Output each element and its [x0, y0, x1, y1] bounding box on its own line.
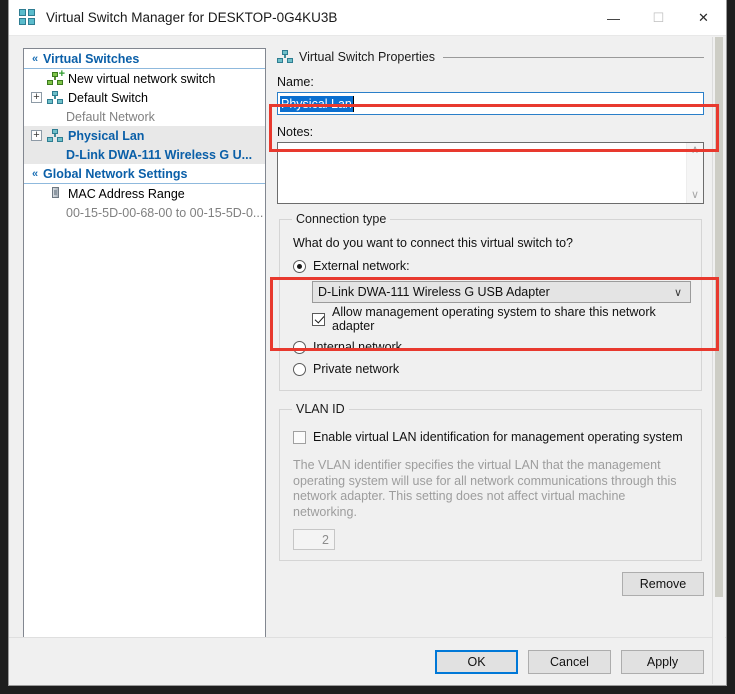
allow-management-label: Allow management operating system to sha…: [332, 305, 656, 333]
virtual-switch-manager-icon: [19, 8, 37, 27]
connection-type-legend: Connection type: [296, 212, 387, 226]
window-scrollbar[interactable]: [712, 37, 725, 684]
virtual-switch-properties-pane: Virtual Switch Properties Name: Physical…: [277, 48, 704, 637]
radio-indicator-icon[interactable]: [293, 259, 306, 273]
vlan-id-input[interactable]: 2: [293, 529, 335, 550]
tree-section-virtual-switches[interactable]: « Virtual Switches: [24, 49, 265, 69]
new-virtual-switch-icon: +: [47, 68, 65, 86]
maximize-button[interactable]: ☐: [636, 0, 681, 36]
radio-indicator-icon[interactable]: [293, 362, 306, 376]
radio-external-network[interactable]: External network:: [293, 255, 691, 277]
allow-management-checkbox-row[interactable]: Allow management operating system to sha…: [312, 305, 691, 333]
ok-button[interactable]: OK: [435, 649, 518, 674]
radio-label: External network:: [313, 259, 410, 273]
radio-private-network[interactable]: Private network: [293, 358, 691, 380]
radio-internal-network[interactable]: Internal network: [293, 336, 691, 358]
tree-section-global-network-settings[interactable]: « Global Network Settings: [24, 164, 265, 184]
text-caret: [353, 96, 354, 112]
remove-button[interactable]: Remove: [622, 572, 704, 596]
cancel-button[interactable]: Cancel: [528, 649, 611, 674]
expand-plus-icon[interactable]: [31, 92, 42, 103]
properties-section-title: Virtual Switch Properties: [299, 50, 435, 64]
virtual-switch-manager-window: Virtual Switch Manager for DESKTOP-0G4KU…: [8, 0, 727, 686]
enable-vlan-checkbox-row[interactable]: Enable virtual LAN identification for ma…: [293, 426, 691, 448]
dialog-footer: OK Cancel Apply: [9, 637, 726, 685]
close-button[interactable]: ✕: [681, 0, 726, 36]
vlan-id-group: VLAN ID Enable virtual LAN identificatio…: [279, 402, 702, 561]
mac-address-icon: [47, 186, 63, 201]
vlan-id-value: 2: [322, 532, 329, 547]
tree-item-sublabel-default-network: Default Network: [66, 109, 155, 124]
virtual-switch-icon: [47, 90, 63, 105]
apply-button[interactable]: Apply: [621, 649, 704, 674]
notes-scrollbar[interactable]: ∧ ∨: [686, 143, 703, 203]
scrollbar-thumb[interactable]: [715, 37, 723, 597]
external-adapter-dropdown[interactable]: D-Link DWA-111 Wireless G USB Adapter ∨: [312, 281, 691, 303]
tree-item-label: Physical Lan: [68, 128, 145, 143]
connection-type-group: Connection type What do you want to conn…: [279, 212, 702, 391]
radio-indicator-icon[interactable]: [293, 340, 306, 354]
collapse-chevron-icon[interactable]: «: [27, 168, 43, 180]
header-divider: [442, 56, 704, 58]
remove-button-row: Remove: [277, 572, 704, 596]
scroll-up-icon[interactable]: ∧: [691, 145, 699, 156]
tree-section-label: Virtual Switches: [43, 51, 140, 66]
virtual-switch-icon: [47, 128, 63, 143]
minimize-button[interactable]: —: [591, 0, 636, 36]
tree-item-label: MAC Address Range: [68, 186, 185, 201]
tree-item-label: Default Switch: [68, 90, 148, 105]
checkbox-indicator-icon[interactable]: [312, 312, 325, 326]
enable-vlan-label: Enable virtual LAN identification for ma…: [313, 430, 683, 444]
switch-name-value: Physical Lan: [280, 96, 353, 112]
notes-textarea[interactable]: ∧ ∨: [277, 142, 704, 204]
tree-item-default-switch[interactable]: Default Switch: [24, 88, 265, 107]
collapse-chevron-icon[interactable]: «: [27, 53, 43, 65]
title-bar: Virtual Switch Manager for DESKTOP-0G4KU…: [9, 0, 726, 36]
external-adapter-value: D-Link DWA-111 Wireless G USB Adapter: [318, 285, 550, 299]
tree-section-label: Global Network Settings: [43, 166, 188, 181]
tree-item-sublabel-adapter: D-Link DWA-111 Wireless G U...: [24, 145, 265, 164]
tree-item-sublabel-mac-range: 00-15-5D-00-68-00 to 00-15-5D-0...: [66, 205, 264, 220]
scroll-down-icon[interactable]: ∨: [691, 190, 699, 201]
virtual-switch-icon: [277, 50, 293, 64]
virtual-switch-tree[interactable]: « Virtual Switches + New virtual network…: [23, 48, 266, 637]
switch-name-input[interactable]: Physical Lan: [277, 92, 704, 115]
tree-item-mac-address-range[interactable]: MAC Address Range: [24, 184, 265, 203]
vlan-id-legend: VLAN ID: [296, 402, 345, 416]
window-controls: — ☐ ✕: [591, 0, 726, 36]
chevron-down-icon[interactable]: ∨: [674, 286, 682, 299]
checkbox-indicator-icon[interactable]: [293, 430, 306, 444]
properties-section-header: Virtual Switch Properties: [277, 48, 704, 66]
vlan-help-text: The VLAN identifier specifies the virtua…: [293, 458, 677, 519]
dialog-body: « Virtual Switches + New virtual network…: [9, 36, 726, 637]
connection-type-question: What do you want to connect this virtual…: [293, 236, 573, 250]
expand-plus-icon[interactable]: [31, 130, 42, 141]
tree-item-label: New virtual network switch: [68, 71, 216, 86]
notes-label: Notes:: [277, 125, 314, 139]
window-title: Virtual Switch Manager for DESKTOP-0G4KU…: [46, 10, 338, 25]
radio-label: Private network: [313, 362, 400, 376]
name-label: Name:: [277, 75, 314, 89]
tree-item-physical-lan[interactable]: Physical Lan: [24, 126, 265, 145]
radio-label: Internal network: [313, 340, 402, 354]
tree-item-new-virtual-network-switch[interactable]: + New virtual network switch: [24, 68, 265, 88]
